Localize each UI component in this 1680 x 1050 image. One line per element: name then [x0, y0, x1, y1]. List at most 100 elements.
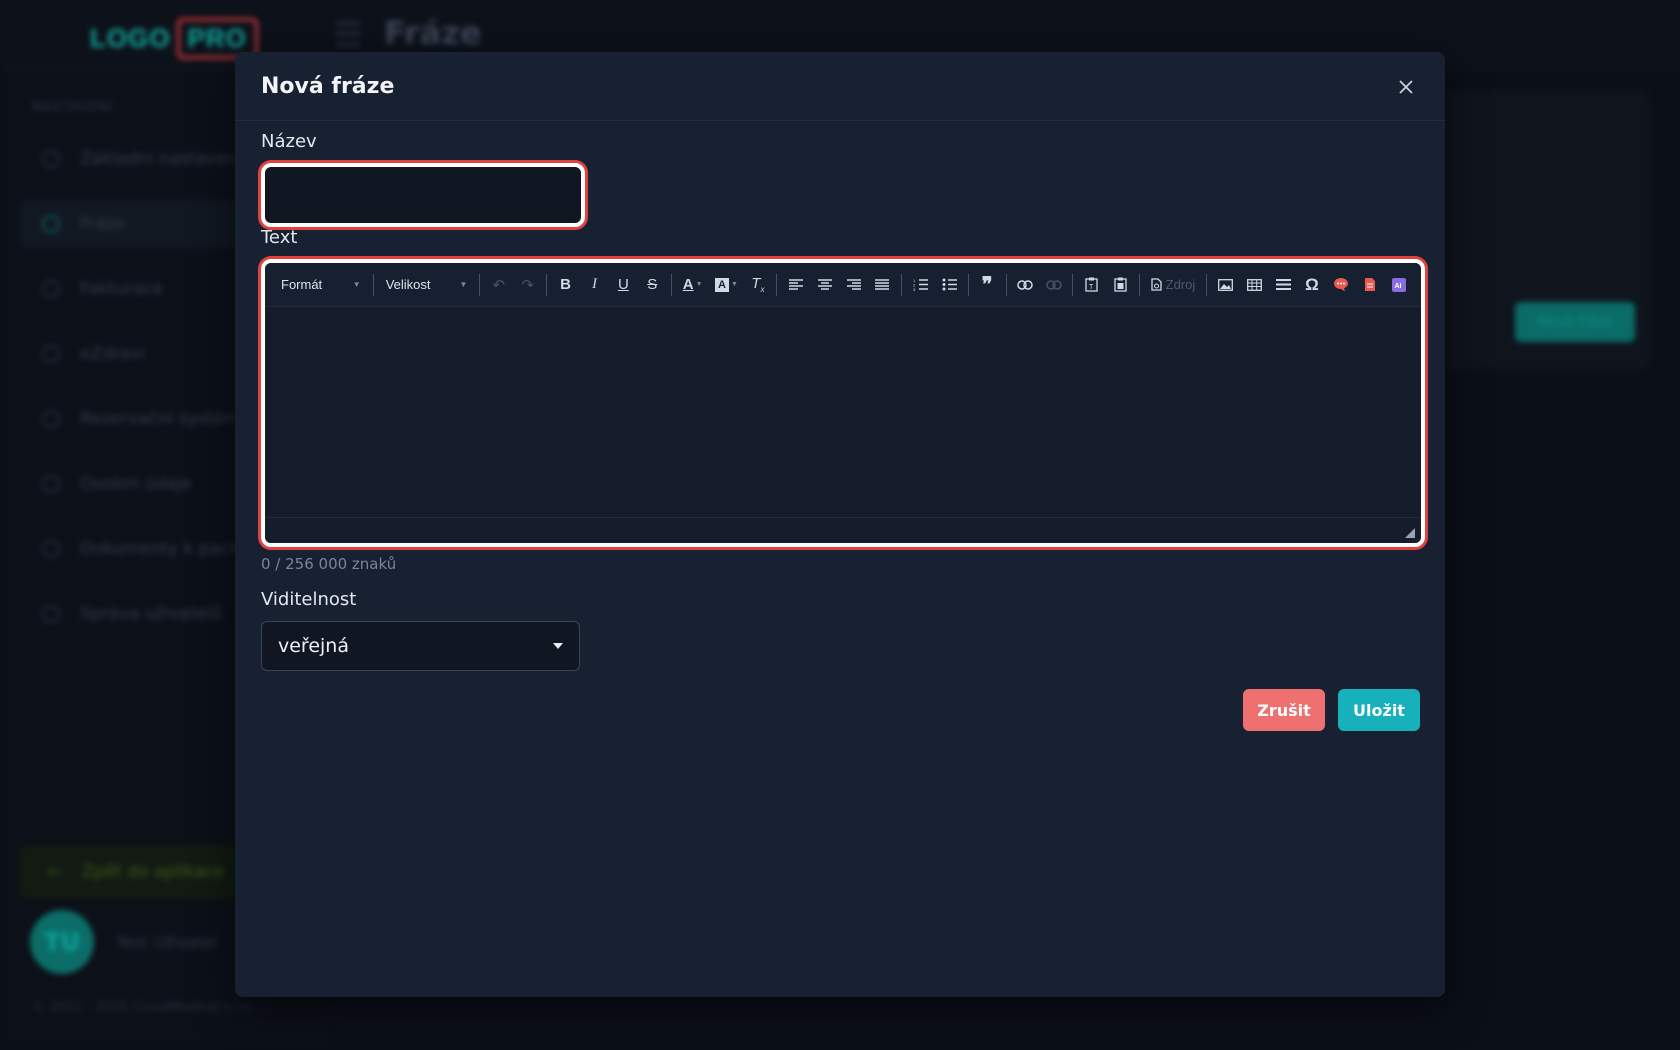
- copyright: © 2022 - 2026 CloudMedical s.r.o.: [32, 1000, 255, 1015]
- format-dropdown[interactable]: Formát ▼: [273, 270, 369, 300]
- unlink-icon: [1046, 279, 1062, 290]
- italic-icon: I: [591, 276, 597, 292]
- visibility-selected-value: veřejná: [278, 635, 349, 657]
- redo-button[interactable]: ↷: [513, 270, 542, 300]
- numbered-list-button[interactable]: 123: [906, 270, 935, 300]
- table-button[interactable]: [1240, 270, 1269, 300]
- users-icon: [42, 605, 60, 623]
- special-character-button[interactable]: Ω: [1298, 270, 1327, 300]
- text-color-button[interactable]: A ▼: [676, 270, 710, 300]
- redo-icon: ↷: [521, 276, 534, 294]
- new-phrase-modal: Nová fráze Název Text Formát ▼ Velikost ▼ …: [235, 52, 1445, 997]
- document-template-icon: [1364, 278, 1375, 291]
- page-title: Fráze: [384, 14, 482, 52]
- align-center-icon: [817, 278, 832, 290]
- health-icon: [42, 345, 60, 363]
- justify-icon: [875, 278, 890, 290]
- toolbar-divider: [1205, 273, 1207, 296]
- template-button[interactable]: [1355, 270, 1384, 300]
- image-icon: [1217, 278, 1233, 291]
- remove-format-icon: Tx: [751, 275, 765, 294]
- character-counter: 0 / 256 000 znaků: [261, 555, 397, 573]
- editor-toolbar: Formát ▼ Velikost ▼ ↶ ↷ B I U S A ▼ A ▼ Tx: [265, 263, 1421, 307]
- size-dropdown[interactable]: Velikost ▼: [378, 270, 476, 300]
- quote-icon: ❞: [981, 274, 993, 296]
- bullet-list-button[interactable]: [935, 270, 964, 300]
- image-button[interactable]: [1211, 270, 1240, 300]
- remove-format-button[interactable]: Tx: [743, 270, 772, 300]
- bullet-list-icon: [942, 278, 957, 291]
- info-icon: [42, 475, 60, 493]
- clipboard-icon: T: [1085, 277, 1098, 292]
- phrase-icon: [42, 215, 60, 233]
- arrow-left-icon: ←: [48, 862, 63, 882]
- toolbar-divider: [372, 273, 374, 296]
- unlink-button[interactable]: [1039, 270, 1068, 300]
- toolbar-divider: [1139, 273, 1141, 296]
- sidebar-item-label: Rezervační systém: [80, 409, 241, 429]
- align-left-icon: [788, 278, 803, 290]
- invoice-icon: [42, 280, 60, 298]
- source-icon: [1151, 278, 1162, 291]
- calendar-icon: [42, 410, 60, 428]
- toolbar-divider: [967, 273, 969, 296]
- blockquote-button[interactable]: ❞: [973, 270, 1002, 300]
- toolbar-divider: [1072, 273, 1074, 296]
- strikethrough-icon: S: [647, 276, 658, 293]
- name-input[interactable]: [261, 163, 585, 227]
- italic-button[interactable]: I: [580, 270, 609, 300]
- close-button[interactable]: [1393, 74, 1419, 100]
- cancel-button[interactable]: Zrušit: [1243, 689, 1325, 731]
- menu-icon[interactable]: [336, 22, 360, 46]
- background-color-button[interactable]: A ▼: [710, 270, 744, 300]
- visibility-select[interactable]: veřejná: [261, 621, 580, 671]
- chevron-down-icon: ▼: [352, 280, 361, 289]
- clipboard-word-icon: [1114, 277, 1127, 292]
- editor-footer: [265, 517, 1421, 543]
- user-profile[interactable]: TU Test Uživatel: [30, 910, 217, 974]
- modal-title: Nová fráze: [261, 73, 395, 99]
- sidebar-item-label: Fakturace: [80, 279, 164, 299]
- paste-button[interactable]: T: [1077, 270, 1106, 300]
- link-button[interactable]: [1011, 270, 1040, 300]
- bold-icon: B: [560, 276, 571, 293]
- logo: LOGO PRO: [90, 18, 258, 59]
- background-color-icon: A: [715, 277, 730, 292]
- settings-icon: [42, 150, 60, 168]
- rich-text-editor[interactable]: Formát ▼ Velikost ▼ ↶ ↷ B I U S A ▼ A ▼ Tx: [261, 259, 1425, 547]
- size-dropdown-label: Velikost: [385, 277, 431, 292]
- undo-button[interactable]: ↶: [484, 270, 513, 300]
- ai-button[interactable]: AI: [1384, 270, 1413, 300]
- bold-button[interactable]: B: [551, 270, 580, 300]
- visibility-label: Viditelnost: [261, 589, 357, 610]
- comment-button[interactable]: [1326, 270, 1355, 300]
- sidebar-item-label: Fráze: [80, 214, 126, 234]
- save-button[interactable]: Uložit: [1338, 689, 1420, 731]
- back-label: Zpět do aplikace: [82, 862, 225, 882]
- strikethrough-button[interactable]: S: [638, 270, 667, 300]
- justify-button[interactable]: [868, 270, 897, 300]
- underline-button[interactable]: U: [609, 270, 638, 300]
- align-right-button[interactable]: [839, 270, 868, 300]
- align-left-button[interactable]: [781, 270, 810, 300]
- sidebar-section-label: NASTAVENÍ: [32, 100, 114, 115]
- user-name: Test Uživatel: [116, 932, 217, 952]
- new-phrase-button[interactable]: Nová fráze: [1515, 302, 1635, 342]
- svg-text:AI: AI: [1394, 283, 1401, 290]
- editor-content-area[interactable]: [265, 307, 1421, 517]
- paste-from-word-button[interactable]: [1106, 270, 1135, 300]
- sidebar-item-label: Správa uživatelů: [80, 604, 223, 624]
- chevron-down-icon: ▼: [731, 281, 738, 288]
- align-center-button[interactable]: [810, 270, 839, 300]
- svg-text:3: 3: [913, 287, 916, 291]
- horizontal-line-button[interactable]: [1269, 270, 1298, 300]
- toolbar-divider: [670, 273, 672, 296]
- toolbar-divider: [1005, 273, 1007, 296]
- caret-down-icon: [553, 643, 563, 649]
- undo-icon: ↶: [492, 276, 506, 294]
- link-icon: [1017, 279, 1033, 290]
- source-button[interactable]: Zdroj: [1144, 270, 1202, 300]
- toolbar-divider: [776, 273, 778, 296]
- resize-handle-icon[interactable]: [1405, 528, 1415, 538]
- omega-icon: Ω: [1305, 274, 1319, 294]
